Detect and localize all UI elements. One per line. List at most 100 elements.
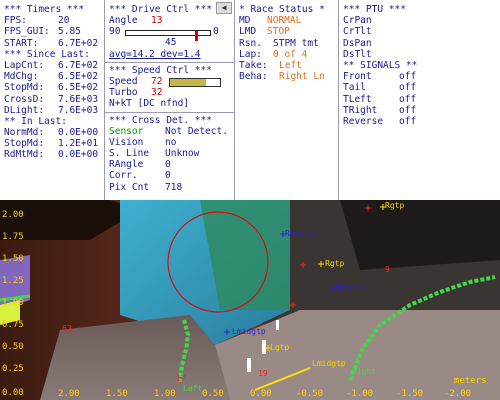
left-axis-tick: 0.25: [2, 364, 24, 374]
since-row: DLight: 7.6E+03: [4, 105, 104, 116]
angle-row: Angle 13: [109, 15, 234, 26]
inlast-row: RdMtMd: 0.0E+00: [4, 149, 104, 160]
scene-right-upper: [340, 200, 500, 270]
md-label: MD: [239, 15, 251, 27]
speed-value: 72: [151, 75, 163, 87]
cross-value: 0: [165, 170, 171, 182]
cross-row: RAngle 0: [109, 159, 234, 170]
bottom-axis-tick: 2.00: [58, 389, 80, 399]
ptu-column: *** PTU *** CrPan CrTlt DsPan DsTlt ** S…: [338, 0, 500, 200]
cross-row: S. Line Unknow: [109, 148, 234, 159]
left-axis-tick: 1.25: [2, 276, 24, 286]
lmd-label: LMD: [239, 26, 257, 38]
ptu-item[interactable]: DsTlt: [343, 49, 500, 60]
signal-label: TRight: [343, 104, 378, 116]
ptu-item[interactable]: CrPan: [343, 15, 500, 26]
right-lane-label: Right: [352, 367, 376, 376]
in-last-header: ** In Last:: [4, 115, 67, 127]
md-row: MD NORMAL: [239, 15, 338, 26]
drive-column: ◀ *** Drive Ctrl *** Angle 13 90 0 45 avg…: [104, 0, 235, 200]
camera-view[interactable]: Rgtp Rmidgtp Rgtp Rmidgtp Lmidgtp Lgtp L…: [0, 200, 500, 400]
bottom-axis-tick: -2.00: [444, 389, 472, 399]
status-panel: *** Timers *** FPS: 20 FPS_GUI: 5.85 START…: [0, 0, 500, 200]
lmidgtp-low-label: Lmidgtp: [312, 359, 346, 368]
bottom-axis-tick: -0.50: [296, 389, 324, 399]
signal-value: off: [399, 104, 417, 116]
take-row: Take: Left: [239, 60, 338, 71]
marker-19-label: 19: [258, 369, 268, 378]
since-label: LapCnt:: [4, 59, 45, 71]
rsn-row: Rsn. STPM tmt: [239, 38, 338, 49]
nkt-readout: N+kT [DC nfnd]: [109, 98, 190, 110]
cross-row: Sensor Not Detect.: [109, 126, 234, 137]
lmd-row: LMD STOP: [239, 26, 338, 37]
timer-label: START:: [4, 37, 39, 49]
signal-value: off: [399, 115, 417, 127]
take-value: Left: [279, 59, 302, 71]
speed-bar-fill: [170, 78, 206, 86]
marker-9-label: 9: [385, 265, 390, 274]
rmidgtp2-label: Rmidgtp: [335, 283, 369, 292]
beha-label: Beha:: [239, 71, 268, 83]
slider-track[interactable]: [125, 30, 211, 42]
signal-row: TRight off: [343, 105, 500, 116]
angle-slider[interactable]: 90 0: [109, 26, 234, 42]
since-value: 6.5E+02: [58, 82, 99, 94]
take-label: Take:: [239, 59, 268, 71]
bottom-axis-tick: -1.00: [346, 389, 374, 399]
cross-label: Pix Cnt: [109, 181, 150, 193]
cross-row: Vision no: [109, 137, 234, 148]
since-label: StopMd:: [4, 82, 45, 94]
since-row: CrossD: 7.6E+03: [4, 94, 104, 105]
inlast-row: NormMd: 0.0E+00: [4, 127, 104, 138]
angle-value: 13: [151, 15, 163, 27]
ptu-item[interactable]: DsPan: [343, 38, 500, 49]
race-header: * Race Status *: [239, 4, 325, 15]
lap-value: 0 of 4: [273, 48, 308, 60]
cross-det-header: *** Cross Det. ***: [109, 114, 212, 126]
timer-value: 20: [58, 15, 70, 27]
rgtp-label: Rgtp: [325, 259, 344, 268]
cross-label: Sensor: [109, 125, 144, 137]
speed-header: *** Speed Ctrl ***: [109, 64, 212, 76]
signal-label: TLeft: [343, 93, 372, 105]
lap-label: Lap:: [239, 48, 262, 60]
cross-row: Corr. 0: [109, 170, 234, 181]
camera-overlay: Rgtp Rmidgtp Rgtp Rmidgtp Lmidgtp Lgtp L…: [0, 200, 500, 400]
beha-value: Right Ln: [279, 71, 325, 83]
left-axis-tick: 0.50: [2, 342, 24, 352]
since-row: LapCnt: 6.7E+02: [4, 60, 104, 71]
timer-label: FPS:: [4, 15, 27, 27]
slider-max-label: 0: [213, 26, 219, 38]
bottom-axis-tick: -1.50: [396, 389, 424, 399]
signal-row: Tail off: [343, 82, 500, 93]
bottom-axis-tick: 1.00: [154, 389, 176, 399]
since-last-header: *** Since Last:: [4, 48, 90, 60]
timer-row-start: START: 6.7E+02: [4, 38, 104, 49]
timer-row-fps: FPS: 20: [4, 15, 104, 26]
signal-label: Reverse: [343, 115, 384, 127]
signals-header: ** SIGNALS **: [343, 59, 418, 71]
speed-label: Speed: [109, 75, 138, 87]
lmd-value: STOP: [267, 26, 290, 38]
inlast-row: StopMd: 1.2E+01: [4, 138, 104, 149]
divider: [105, 61, 235, 63]
ptu-item[interactable]: CrTlt: [343, 26, 500, 37]
nkt-row: N+kT [DC nfnd]: [109, 98, 234, 109]
inlast-label: RdMtMd:: [4, 149, 45, 161]
signal-value: off: [399, 93, 417, 105]
turbo-label: Turbo: [109, 87, 138, 99]
since-label: DLight:: [4, 104, 45, 116]
lmidgtp-label: Lmidgtp: [232, 327, 266, 336]
since-value: 7.6E+03: [58, 93, 99, 105]
signal-row: Front off: [343, 71, 500, 82]
rsn-label: Rsn.: [239, 37, 262, 49]
cross-value: 0: [165, 159, 171, 171]
cross-label: Vision: [109, 136, 144, 148]
timers-header: *** Timers ***: [4, 4, 85, 15]
marker-63-label: 63: [62, 324, 72, 333]
since-row: MdChg: 6.5E+02: [4, 71, 104, 82]
timer-row-fps-gui: FPS_GUI: 5.85: [4, 26, 104, 37]
timers-column: *** Timers *** FPS: 20 FPS_GUI: 5.85 START…: [0, 0, 104, 200]
timer-value: 6.7E+02: [58, 37, 99, 49]
